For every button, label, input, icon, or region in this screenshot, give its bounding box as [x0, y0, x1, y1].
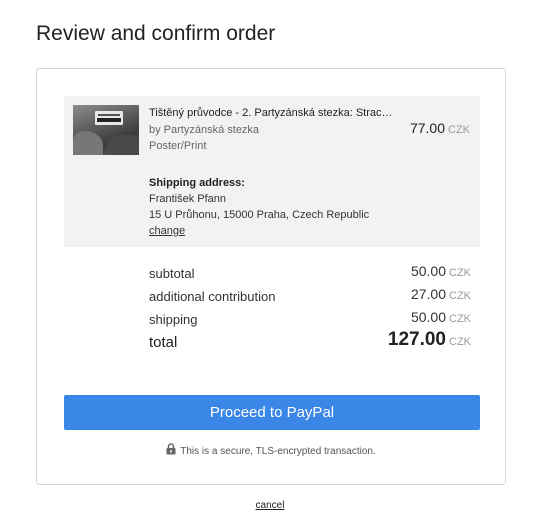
order-review-card: Tištěný průvodce - 2. Partyzánská stezka… [36, 68, 506, 485]
shipping-name: František Pfann [149, 193, 227, 205]
total-label: total [149, 334, 178, 351]
order-item: Tištěný průvodce - 2. Partyzánská stezka… [64, 96, 480, 247]
shipping-address-label: Shipping address: [149, 177, 245, 189]
summary-value: 50.00 CZK [410, 309, 471, 325]
change-address-link[interactable]: change [149, 225, 185, 237]
item-price: 77.00 CZK [410, 120, 470, 138]
summary-row-additional-contribution: additional contribution 27.00 CZK [149, 284, 471, 304]
summary-row-shipping: shipping 50.00 CZK [149, 307, 471, 327]
summary-value: 27.00 CZK [410, 286, 471, 302]
secure-transaction-note: This is a secure, TLS-encrypted transact… [37, 443, 505, 457]
item-thumbnail [73, 105, 139, 155]
summary-value: 50.00 CZK [410, 263, 471, 279]
page-title: Review and confirm order [36, 22, 276, 45]
summary-row-total: total 127.00 CZK [149, 329, 471, 351]
lock-icon [166, 443, 176, 455]
summary-label: additional contribution [149, 289, 276, 304]
summary-row-subtotal: subtotal 50.00 CZK [149, 261, 471, 281]
item-title: Tištěný průvodce - 2. Partyzánská stezka… [149, 107, 393, 119]
summary-label: shipping [149, 312, 198, 327]
item-author: by Partyzánská stezka [149, 124, 260, 136]
shipping-address: 15 U Průhonu, 15000 Praha, Czech Republi… [149, 209, 370, 221]
total-value: 127.00 CZK [387, 329, 471, 350]
item-format: Poster/Print [149, 140, 207, 152]
item-price-currency: CZK [448, 124, 470, 136]
secure-text: This is a secure, TLS-encrypted transact… [180, 446, 376, 457]
cancel-link[interactable]: cancel [0, 500, 540, 511]
summary-label: subtotal [149, 266, 195, 281]
item-price-amount: 77.00 [409, 120, 445, 136]
proceed-to-paypal-button[interactable]: Proceed to PayPal [64, 395, 480, 430]
